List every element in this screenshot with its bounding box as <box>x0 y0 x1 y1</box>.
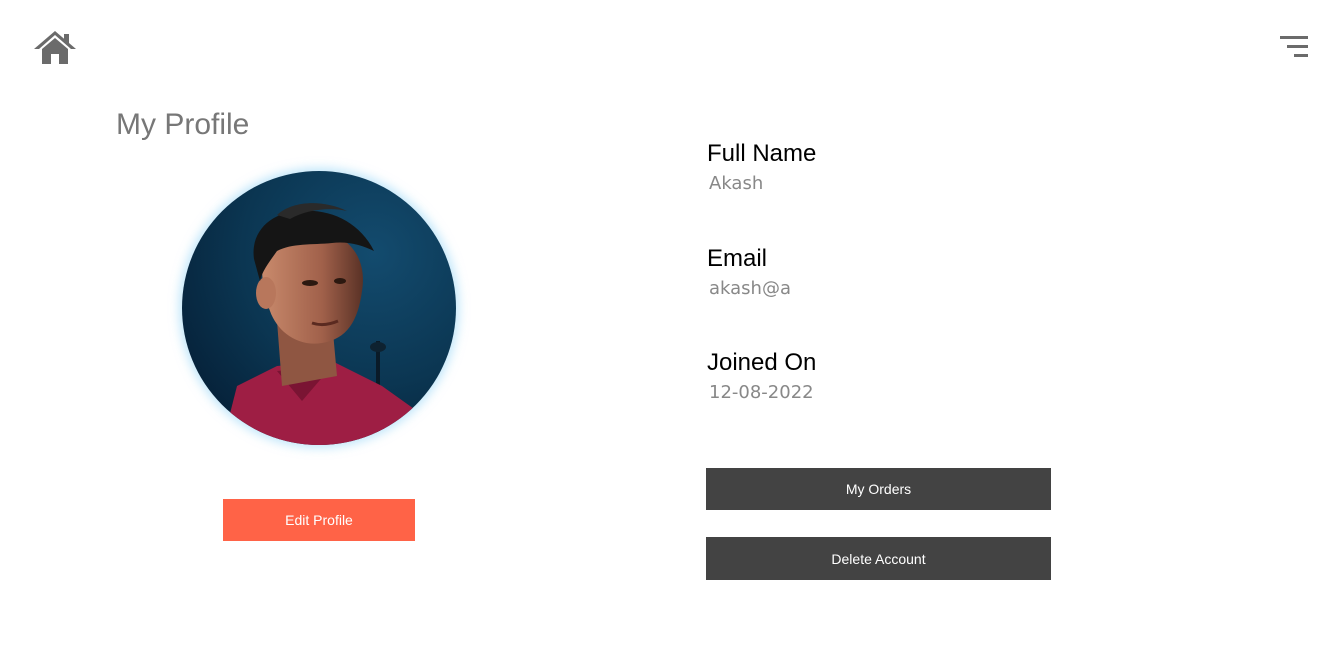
edit-profile-button[interactable]: Edit Profile <box>223 499 415 541</box>
full-name-label: Full Name <box>707 140 817 167</box>
delete-account-button[interactable]: Delete Account <box>706 537 1051 580</box>
joined-value: 12-08-2022 <box>709 382 814 403</box>
page-title: My Profile <box>116 108 250 141</box>
full-name-field: Full Name Akash <box>707 140 816 195</box>
joined-label: Joined On <box>707 349 817 376</box>
my-orders-button[interactable]: My Orders <box>706 468 1051 510</box>
email-field: Email akash@a <box>707 245 791 300</box>
email-label: Email <box>707 245 768 272</box>
profile-page: My Profile Edit Profile Full Name Akash … <box>0 0 1339 656</box>
avatar <box>182 171 456 445</box>
full-name-value: Akash <box>709 173 764 194</box>
joined-field: Joined On 12-08-2022 <box>707 349 816 404</box>
menu-icon[interactable] <box>1280 36 1310 60</box>
home-icon[interactable] <box>34 29 76 65</box>
email-value: akash@a <box>709 278 791 299</box>
